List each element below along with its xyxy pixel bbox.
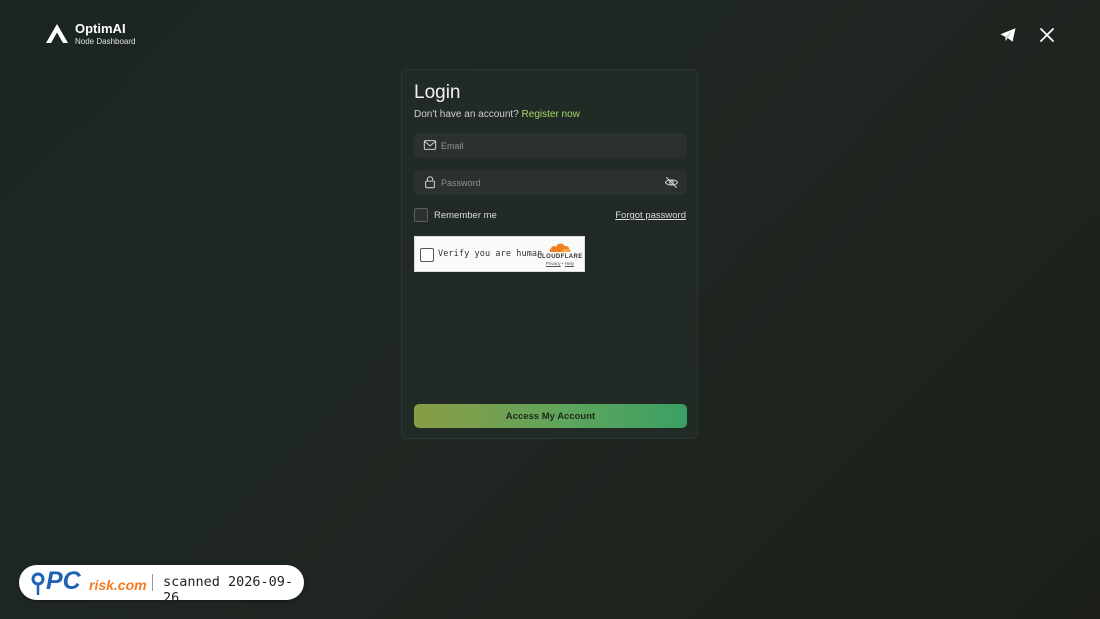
lock-icon xyxy=(425,176,435,189)
forgot-password-link[interactable]: Forgot password xyxy=(615,210,686,221)
cloudflare-cloud-icon xyxy=(549,243,571,252)
scan-date-text: scanned 2026-09-26 xyxy=(163,574,294,606)
telegram-icon[interactable] xyxy=(999,26,1017,44)
verify-human-checkbox[interactable] xyxy=(420,248,434,262)
email-field-wrapper[interactable] xyxy=(414,133,687,158)
mail-icon xyxy=(423,140,437,150)
brand-name: OptimAI xyxy=(75,21,126,36)
help-link[interactable]: Help xyxy=(565,261,574,266)
login-title: Login xyxy=(414,82,461,103)
remember-me-box[interactable] xyxy=(414,208,428,222)
cloudflare-links: Privacy • Help xyxy=(537,261,583,266)
pcrisk-logo-risk: risk.com xyxy=(89,577,147,593)
password-input[interactable] xyxy=(441,170,651,195)
password-field-wrapper[interactable] xyxy=(414,170,687,195)
cloudflare-branding: CLOUDFLARE Privacy • Help xyxy=(537,241,583,266)
cloudflare-links-separator: • xyxy=(561,261,564,266)
register-prompt-text: Don't have an account? xyxy=(414,109,522,120)
brand[interactable]: OptimAI Node Dashboard xyxy=(45,22,135,46)
pcrisk-logo-pc: PC xyxy=(46,567,81,595)
cloudflare-turnstile-widget: Verify you are human CLOUDFLARE Privacy … xyxy=(414,236,585,272)
register-link[interactable]: Register now xyxy=(522,109,580,120)
remember-me-label[interactable]: Remember me xyxy=(434,210,497,221)
brand-subtitle: Node Dashboard xyxy=(75,37,136,46)
login-card: Login Don't have an account? Register no… xyxy=(401,69,698,439)
email-input[interactable] xyxy=(441,133,651,158)
register-prompt: Don't have an account? Register now xyxy=(414,109,580,120)
watermark-divider xyxy=(152,574,153,591)
verify-human-label: Verify you are human xyxy=(438,249,543,259)
eye-off-icon[interactable] xyxy=(664,175,679,190)
magnifier-icon xyxy=(31,572,45,595)
cloudflare-wordmark: CLOUDFLARE xyxy=(537,254,583,260)
pcrisk-watermark: PC risk.com scanned 2026-09-26 xyxy=(19,565,304,606)
x-icon[interactable] xyxy=(1038,26,1056,44)
optimai-logo-icon xyxy=(46,24,68,43)
privacy-link[interactable]: Privacy xyxy=(546,261,561,266)
access-account-button[interactable]: Access My Account xyxy=(414,404,687,428)
remember-me-checkbox[interactable]: Remember me xyxy=(414,208,497,222)
